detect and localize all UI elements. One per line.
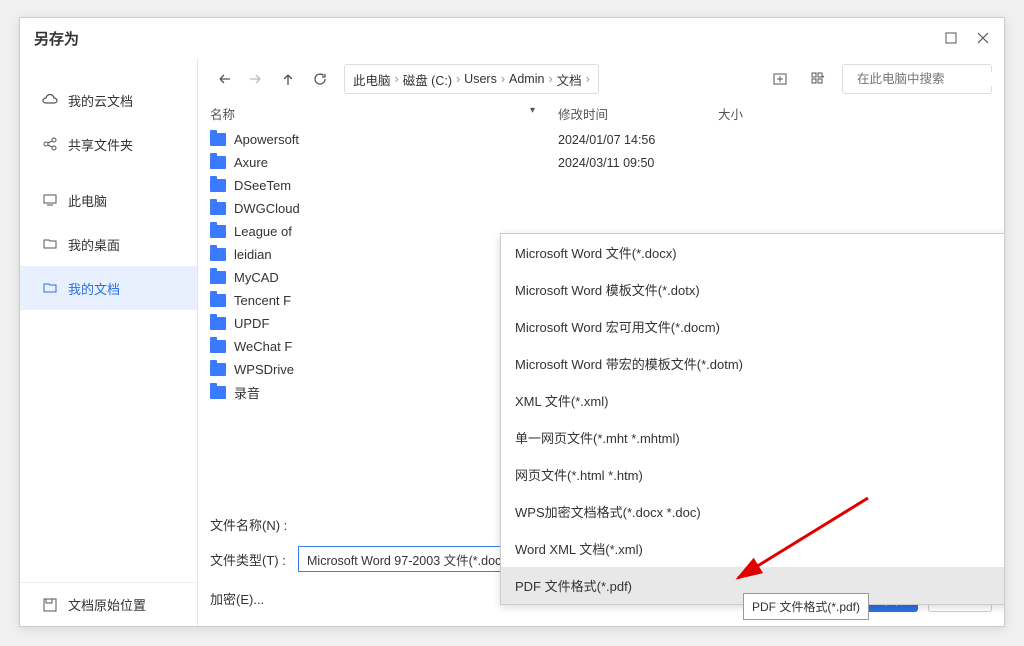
sidebar-item-computer[interactable]: 此电脑 [20, 178, 197, 222]
back-icon[interactable] [210, 65, 238, 93]
col-name[interactable]: 名称 [210, 104, 558, 123]
file-name: Axure [234, 155, 268, 170]
toolbar: 此电脑› 磁盘 (C:)› Users› Admin› 文档› [198, 58, 1004, 100]
breadcrumb-seg[interactable]: 文档 [557, 70, 582, 89]
view-icon[interactable] [804, 65, 832, 93]
file-name: MyCAD [234, 270, 279, 285]
file-name: UPDF [234, 316, 269, 331]
dropdown-item[interactable]: 单一网页文件(*.mht *.mhtml) [501, 419, 1004, 456]
dropdown-item[interactable]: Microsoft Word 文件(*.docx) [501, 234, 1004, 271]
breadcrumb[interactable]: 此电脑› 磁盘 (C:)› Users› Admin› 文档› [344, 64, 599, 94]
main-panel: 此电脑› 磁盘 (C:)› Users› Admin› 文档› 名称 [198, 58, 1004, 626]
cloud-icon [42, 92, 58, 108]
breadcrumb-seg[interactable]: 此电脑 [353, 70, 391, 89]
table-row[interactable]: DSeeTem [210, 174, 992, 197]
save-as-dialog: 另存为 我的云文档 共享文件夹 此电脑 我的桌面 我的文档 文档原始位置 此电脑… [19, 17, 1005, 627]
folder-icon [210, 225, 226, 238]
dropdown-item[interactable]: WPS加密文档格式(*.docx *.doc) [501, 493, 1004, 530]
folder-icon [210, 317, 226, 330]
dropdown-item[interactable]: 网页文件(*.html *.htm) [501, 456, 1004, 493]
breadcrumb-seg[interactable]: 磁盘 (C:) [403, 70, 452, 89]
folder-icon [210, 271, 226, 284]
file-name: DSeeTem [234, 178, 291, 193]
search-input[interactable] [857, 72, 1004, 86]
dropdown-item[interactable]: Microsoft Word 模板文件(*.dotx) [501, 271, 1004, 308]
sidebar-item-original[interactable]: 文档原始位置 [20, 582, 197, 626]
sidebar-item-label: 此电脑 [68, 191, 107, 210]
filetype-label: 文件类型(T) : [210, 550, 288, 569]
folder-icon [210, 363, 226, 376]
file-name: Tencent F [234, 293, 291, 308]
col-size[interactable]: 大小 [718, 104, 798, 123]
folder-icon [210, 202, 226, 215]
forward-icon[interactable] [242, 65, 270, 93]
breadcrumb-seg[interactable]: Admin [509, 72, 544, 86]
table-row[interactable]: Axure 2024/03/11 09:50 [210, 151, 992, 174]
tooltip: PDF 文件格式(*.pdf) [743, 593, 869, 620]
table-row[interactable]: Apowersoft 2024/01/07 14:56 [210, 128, 992, 151]
file-name: WeChat F [234, 339, 292, 354]
titlebar: 另存为 [20, 18, 1004, 58]
folder-icon [210, 156, 226, 169]
filename-label: 文件名称(N) : [210, 515, 288, 534]
computer-icon [42, 192, 58, 208]
sidebar-item-label: 我的云文档 [68, 91, 133, 110]
dropdown-item[interactable]: Word XML 文档(*.xml) [501, 530, 1004, 567]
save-icon [42, 597, 58, 613]
folder-icon [210, 179, 226, 192]
table-row[interactable]: DWGCloud [210, 197, 992, 220]
folder-icon [42, 280, 58, 296]
file-name: DWGCloud [234, 201, 300, 216]
dropdown-item[interactable]: XML 文件(*.xml) [501, 382, 1004, 419]
file-name: Apowersoft [234, 132, 299, 147]
sidebar-item-cloud[interactable]: 我的云文档 [20, 78, 197, 122]
up-icon[interactable] [274, 65, 302, 93]
folder-icon [42, 236, 58, 252]
folder-icon [210, 133, 226, 146]
file-name: League of [234, 224, 292, 239]
folder-icon [210, 294, 226, 307]
file-name: 录音 [234, 383, 260, 402]
sidebar-item-label: 我的文档 [68, 279, 120, 298]
maximize-icon[interactable] [944, 31, 958, 45]
sidebar-item-shared[interactable]: 共享文件夹 [20, 122, 197, 166]
sidebar-item-documents[interactable]: 我的文档 [20, 266, 197, 310]
sidebar: 我的云文档 共享文件夹 此电脑 我的桌面 我的文档 文档原始位置 [20, 58, 198, 626]
breadcrumb-seg[interactable]: Users [464, 72, 497, 86]
share-icon [42, 136, 58, 152]
file-name: WPSDrive [234, 362, 294, 377]
encrypt-link[interactable]: 加密(E)... [210, 589, 264, 608]
file-date: 2024/03/11 09:50 [558, 156, 718, 170]
dialog-title: 另存为 [34, 28, 79, 49]
folder-icon [210, 340, 226, 353]
new-folder-icon[interactable] [766, 65, 794, 93]
file-date: 2024/01/07 14:56 [558, 133, 718, 147]
column-headers: 名称 修改时间 大小 [198, 100, 1004, 128]
folder-icon [210, 248, 226, 261]
refresh-icon[interactable] [306, 65, 334, 93]
sidebar-item-label: 共享文件夹 [68, 135, 133, 154]
filetype-dropdown: Microsoft Word 文件(*.docx)Microsoft Word … [500, 233, 1004, 605]
filetype-value: Microsoft Word 97-2003 文件(*.doc) [307, 550, 505, 569]
search-box[interactable] [842, 64, 992, 94]
sidebar-item-label: 文档原始位置 [68, 595, 146, 614]
folder-icon [210, 386, 226, 399]
col-date[interactable]: 修改时间 [558, 104, 718, 123]
close-icon[interactable] [976, 31, 990, 45]
sidebar-item-desktop[interactable]: 我的桌面 [20, 222, 197, 266]
dropdown-item[interactable]: Microsoft Word 宏可用文件(*.docm) [501, 308, 1004, 345]
file-name: leidian [234, 247, 272, 262]
sidebar-item-label: 我的桌面 [68, 235, 120, 254]
dropdown-item[interactable]: Microsoft Word 带宏的模板文件(*.dotm) [501, 345, 1004, 382]
